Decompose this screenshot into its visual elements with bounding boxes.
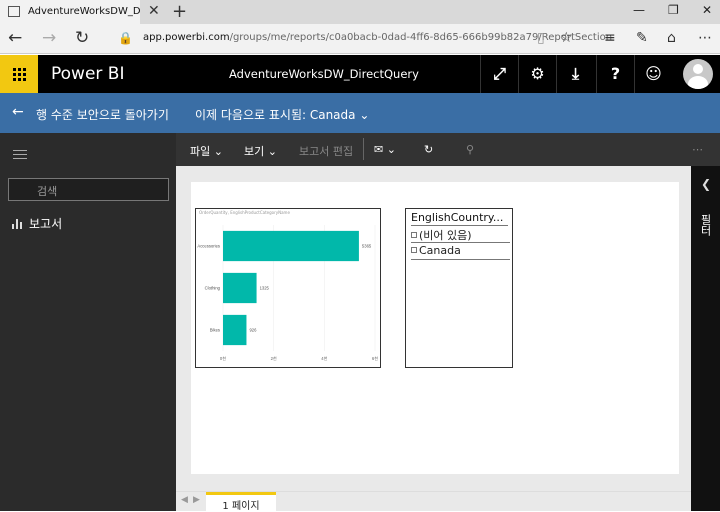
download-icon[interactable]: ⤓ <box>556 55 594 93</box>
brand-name: Power BI <box>51 64 125 84</box>
category-label: Clothing <box>205 286 221 291</box>
address-bar: ← → ↻ 🔒 app.powerbi.com/groups/me/report… <box>0 24 720 54</box>
x-tick-label: 6천 <box>372 355 378 361</box>
x-tick-label: 0천 <box>220 355 226 361</box>
report-icon <box>12 219 24 229</box>
url-host: app.powerbi.com <box>143 32 230 43</box>
lock-icon: 🔒 <box>118 31 133 45</box>
maximize-icon[interactable]: ❐ <box>668 3 679 17</box>
help-icon[interactable]: ? <box>596 55 634 93</box>
url-path: /groups/me/reports/c0a0bacb-0dad-4ff6-8d… <box>229 32 613 43</box>
file-menu[interactable]: 파일 ⌄ <box>190 143 223 159</box>
checkbox-icon[interactable] <box>411 232 417 238</box>
slicer-item-label: (비어 있음) <box>419 229 472 242</box>
data-label: 926 <box>249 328 257 333</box>
page-icon <box>8 6 20 17</box>
bar <box>223 230 359 262</box>
minimize-icon[interactable]: — <box>633 3 645 17</box>
gear-icon[interactable]: ⚙ <box>518 55 556 93</box>
fullscreen-icon[interactable]: ⤢ <box>480 55 518 93</box>
category-label: Bikes <box>210 328 220 333</box>
bar-chart-visual[interactable]: OrderQuantity, EnglishProductCategoryNam… <box>195 208 381 368</box>
pin-icon[interactable]: ⚲ <box>466 143 474 156</box>
data-label: 1325 <box>260 286 270 291</box>
feedback-smiley-icon[interactable]: ☺ <box>634 55 672 93</box>
category-label: Accessories <box>197 244 220 249</box>
chevron-left-icon[interactable]: ❮ <box>701 177 711 191</box>
subscribe-icon[interactable]: ✉ ⌄ <box>374 143 396 156</box>
view-menu[interactable]: 보기 ⌄ <box>244 143 277 159</box>
slicer-item-label: Canada <box>419 244 461 257</box>
slicer-header: EnglishCountry... <box>411 211 508 226</box>
data-label: 5365 <box>362 244 372 249</box>
report-title: AdventureWorksDW_DirectQuery <box>229 67 419 81</box>
nav-item-reports[interactable]: 보고서 <box>12 215 62 232</box>
browser-tab-strip: AdventureWorksDW_Dir ✕ + — ❐ ✕ <box>0 0 720 24</box>
search-input[interactable]: 검색 <box>8 178 169 201</box>
x-tick-label: 4천 <box>321 355 327 361</box>
app-header: Power BI AdventureWorksDW_DirectQuery ⤢ … <box>0 55 720 93</box>
hamburger-icon[interactable] <box>13 150 27 162</box>
browser-tab[interactable]: AdventureWorksDW_Dir <box>0 0 140 24</box>
back-arrow-icon[interactable]: ← <box>12 104 24 120</box>
refresh-icon[interactable]: ↻ <box>75 28 89 48</box>
edit-report-button[interactable]: 보고서 편집 <box>299 143 353 159</box>
close-window-icon[interactable]: ✕ <box>702 3 712 17</box>
checkbox-icon[interactable] <box>411 247 417 253</box>
report-page: OrderQuantity, EnglishProductCategoryNam… <box>191 182 679 474</box>
favorite-star-icon[interactable]: ☆ <box>560 30 573 46</box>
next-page-icon[interactable]: ▶ <box>193 495 200 505</box>
web-note-icon[interactable]: ✎ <box>636 30 648 46</box>
rls-bar: ← 행 수준 보안으로 돌아가기 이제 다음으로 표시됨: Canada ⌄ <box>0 93 720 133</box>
slicer-item-canada[interactable]: Canada <box>411 244 510 260</box>
report-canvas: OrderQuantity, EnglishProductCategoryNam… <box>176 166 691 491</box>
hub-icon[interactable]: ≡ <box>604 30 616 46</box>
page-tab-1[interactable]: 1 페이지 <box>206 492 276 512</box>
nav-item-reports-label: 보고서 <box>29 217 63 231</box>
page-tab-bar: ◀ ▶ 1 페이지 <box>176 491 691 512</box>
avatar[interactable] <box>683 59 713 89</box>
x-tick-label: 2천 <box>271 355 277 361</box>
view-as-dropdown[interactable]: 이제 다음으로 표시됨: Canada ⌄ <box>195 106 369 123</box>
back-to-rls-link[interactable]: 행 수준 보안으로 돌아가기 <box>36 106 169 123</box>
more-icon[interactable]: ⋯ <box>698 30 712 46</box>
slicer-item-blank[interactable]: (비어 있음) <box>411 227 510 243</box>
filters-label: 필터 <box>699 214 712 236</box>
reading-view-icon[interactable]: ▯ <box>537 30 545 46</box>
bar <box>223 272 257 304</box>
report-toolbar: 파일 ⌄ 보기 ⌄ 보고서 편집 ✉ ⌄ ↻ ⚲ ⋯ <box>176 133 720 166</box>
app-launcher-icon[interactable] <box>0 55 38 93</box>
refresh-icon[interactable]: ↻ <box>424 143 433 156</box>
filters-pane[interactable]: ❮ 필터 <box>691 166 720 511</box>
navigation-pane: ⌕ 검색 보고서 <box>0 133 176 511</box>
share-icon[interactable]: ⌂ <box>667 30 676 46</box>
back-arrow-icon[interactable]: ← <box>8 28 22 48</box>
bar <box>223 314 247 346</box>
close-tab-icon[interactable]: ✕ <box>148 3 160 19</box>
more-options-icon[interactable]: ⋯ <box>692 143 703 156</box>
toolbar-divider <box>363 138 364 160</box>
forward-arrow-icon[interactable]: → <box>42 28 56 48</box>
browser-tab-title: AdventureWorksDW_Dir <box>28 6 140 17</box>
slicer-visual[interactable]: EnglishCountry... (비어 있음) Canada <box>405 208 513 368</box>
new-tab-icon[interactable]: + <box>172 1 187 22</box>
prev-page-icon[interactable]: ◀ <box>181 495 188 505</box>
bar-chart: 0천 2천 4천 6천 Accessories 5365 Clothing 1325 Bikes… <box>197 225 378 361</box>
